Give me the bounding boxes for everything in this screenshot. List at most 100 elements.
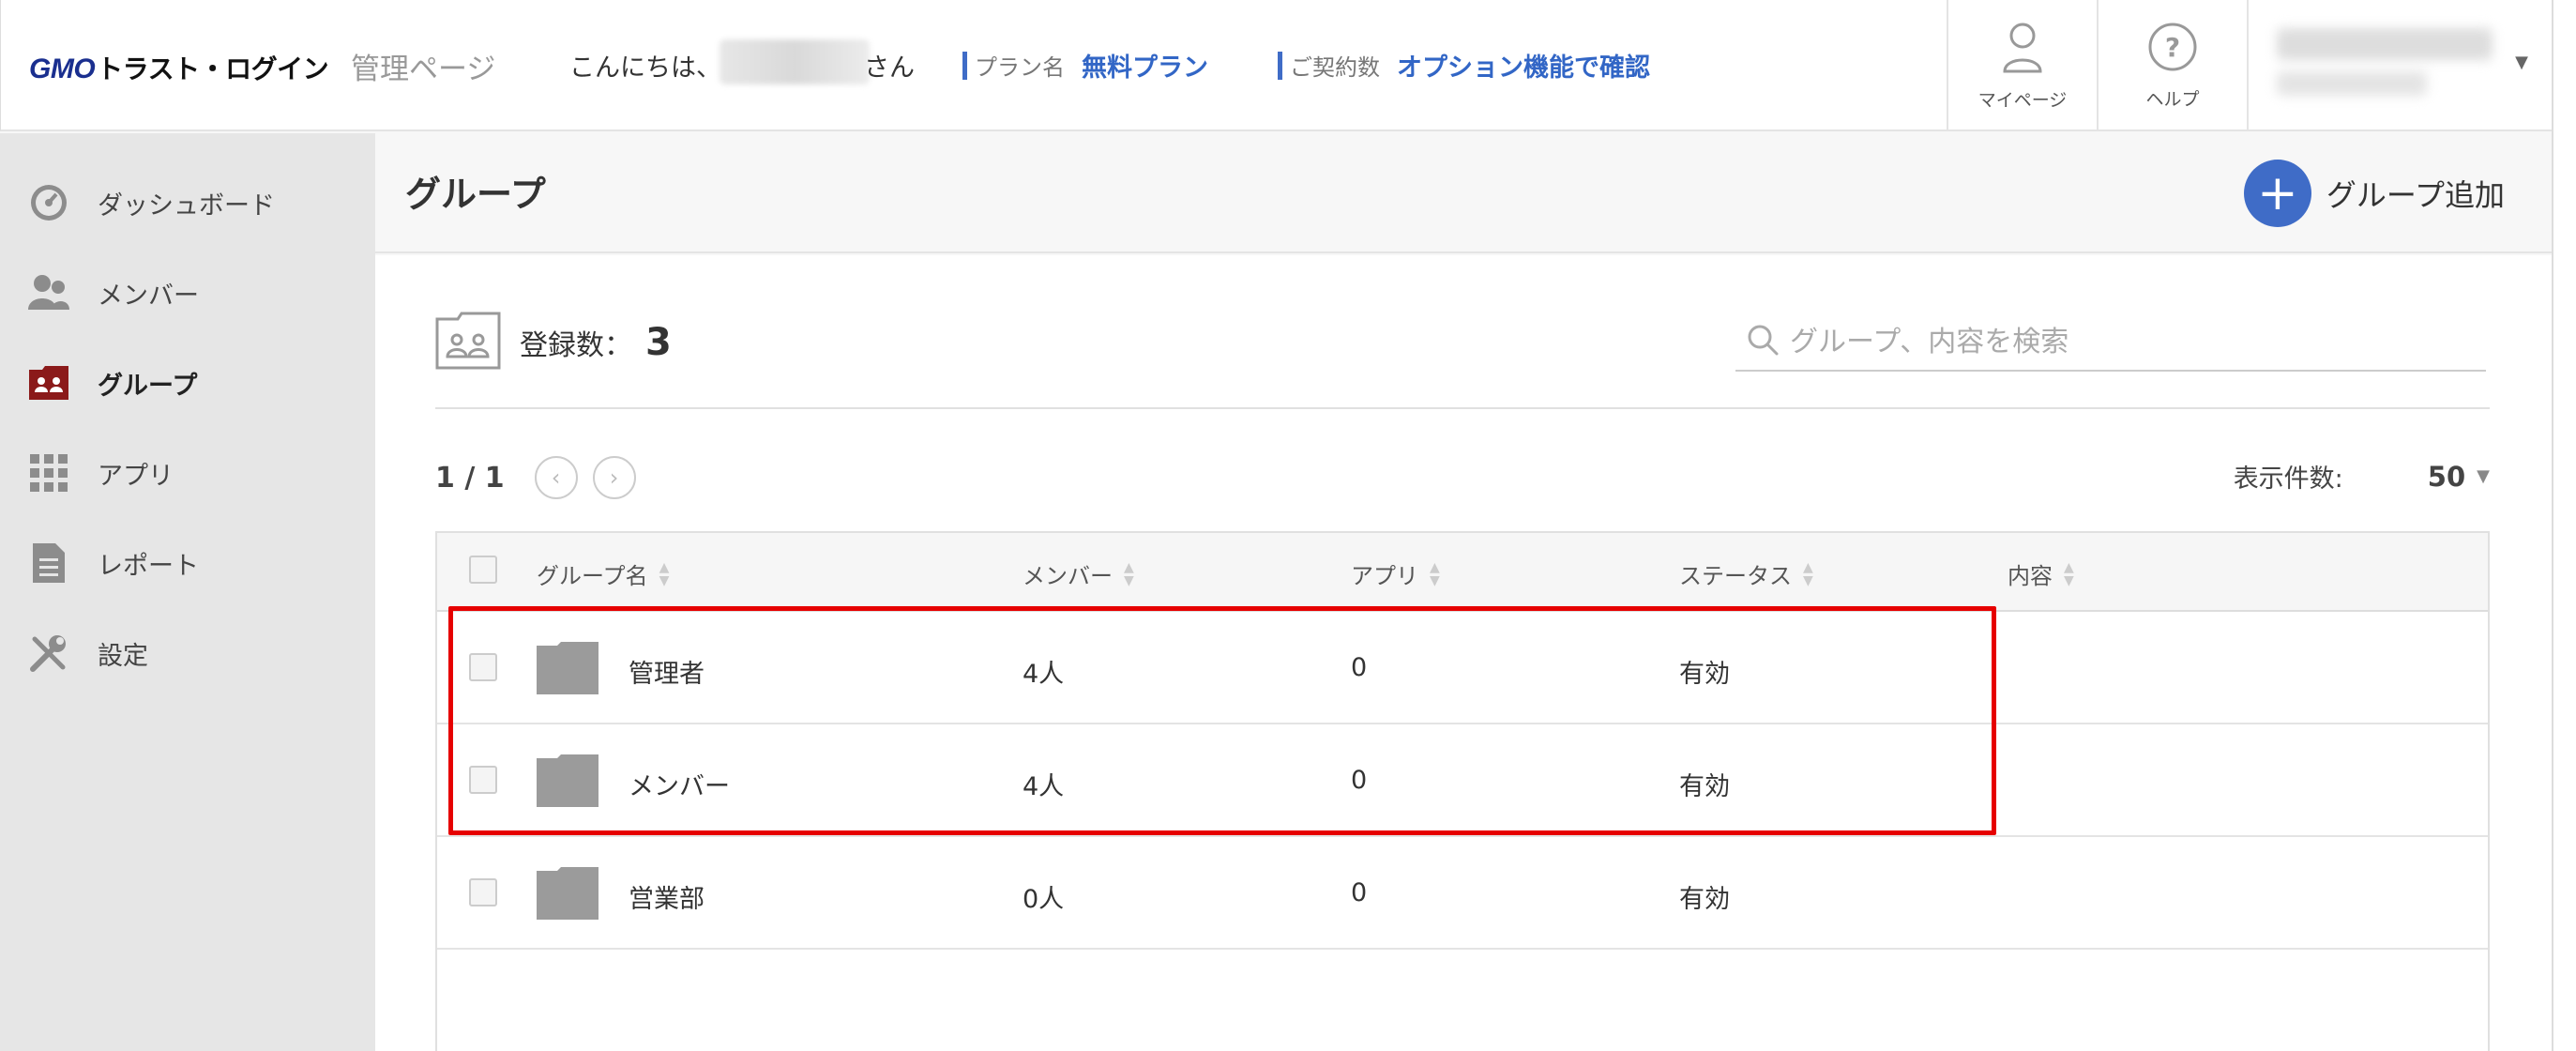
page-header: グループ + グループ追加 (375, 133, 2552, 253)
group-name[interactable]: 管理者 (629, 653, 705, 690)
table-row[interactable]: 営業部 0人 0 有効 (437, 837, 2488, 950)
folder-icon (537, 867, 599, 920)
contract-value-link[interactable]: オプション機能で確認 (1397, 47, 1650, 84)
members-icon (28, 272, 69, 313)
group-status: 有効 (1679, 660, 1730, 689)
table-header: グループ名 ▲ ▼ メンバー ▲ ▼ アプリ ▲ ▼ ステータス ▲ ▼ 内容 ▲ ▼ (437, 533, 2488, 612)
contract-key: ご契約数 (1290, 54, 1380, 81)
sort-icon: ▲ ▼ (2064, 559, 2074, 588)
sort-icon: ▲ ▼ (1124, 559, 1134, 588)
plan-key: プラン名 (975, 54, 1065, 81)
report-icon (28, 542, 69, 584)
sidebar-item-label: 設定 (98, 641, 148, 671)
help-label: ヘルプ (2145, 88, 2200, 110)
per-page-label: 表示件数: (2233, 465, 2343, 494)
sidebar-item-report[interactable]: レポート (0, 518, 375, 608)
top-header: GMOトラスト・ログイン 管理ページ こんにちは、 さん プラン名 無料プラン … (0, 0, 2552, 131)
chevron-left-icon: ‹ (551, 465, 561, 491)
logo[interactable]: GMOトラスト・ログイン (29, 49, 329, 86)
group-members: 0人 (1023, 885, 1065, 914)
plan-value-link[interactable]: 無料プラン (1082, 47, 1208, 84)
select-all-checkbox[interactable] (469, 556, 497, 584)
table-empty-area (437, 950, 2488, 1051)
folder-icon (537, 642, 599, 694)
sidebar-item-label: メンバー (98, 281, 199, 311)
user-name-blurred (720, 39, 870, 84)
next-page-button[interactable]: › (592, 456, 636, 499)
sidebar-item-label: グループ (98, 371, 198, 401)
add-group-label: グループ追加 (2326, 177, 2505, 213)
count-value: 3 (645, 321, 672, 364)
sidebar-item-label: アプリ (98, 461, 174, 491)
dashboard-icon (28, 182, 69, 223)
window-edge (2552, 0, 2576, 1051)
count-label: 登録数： (520, 329, 632, 362)
pagination: 1 / 1 ‹ › (435, 456, 651, 499)
group-members: 4人 (1023, 660, 1065, 689)
sidebar-item-group[interactable]: グループ (0, 338, 375, 428)
page-indicator: 1 / 1 (435, 461, 505, 495)
folder-icon (537, 754, 599, 807)
sidebar-item-members[interactable]: メンバー (0, 248, 375, 338)
column-header-members[interactable]: メンバー ▲ ▼ (1023, 557, 1134, 590)
group-members: 4人 (1023, 772, 1065, 801)
group-status: 有効 (1679, 885, 1730, 914)
caret-down-icon: ▼ (2477, 466, 2490, 486)
column-header-content[interactable]: 内容 ▲ ▼ (2008, 557, 2074, 590)
prev-page-button[interactable]: ‹ (534, 456, 578, 499)
row-checkbox[interactable] (469, 766, 497, 794)
sort-icon: ▲ ▼ (1803, 559, 1813, 588)
divider (435, 407, 2490, 409)
greeting-text: こんにちは、 (569, 53, 721, 83)
sidebar-item-label: ダッシュボード (98, 190, 275, 221)
per-page-selector[interactable]: 表示件数: 50 ▼ (2234, 458, 2490, 495)
registration-count: 登録数： 3 (435, 312, 672, 373)
page-title: グループ (405, 174, 546, 215)
caret-down-icon: ▼ (2515, 53, 2528, 72)
account-menu[interactable]: ▼ (2247, 0, 2553, 131)
main-content: 登録数： 3 1 / 1 ‹ › 表示件数: 50 ▼ グループ名▲▼ メンバー… (375, 255, 2552, 1051)
help-button[interactable]: ? ヘルプ (2097, 0, 2247, 131)
greeting-suffix: さん (864, 53, 915, 83)
sort-icon: ▲ ▼ (1430, 559, 1440, 588)
sidebar: ダッシュボード メンバー グループ アプリ レポート 設定 (0, 133, 375, 1051)
contract-info: ご契約数 オプション機能で確認 (1278, 47, 1650, 84)
chevron-right-icon: › (609, 465, 619, 491)
plus-icon: + (2243, 160, 2311, 227)
column-header-apps[interactable]: アプリ ▲ ▼ (1351, 557, 1440, 590)
search-input[interactable] (1790, 325, 2447, 358)
contract-divider (1278, 51, 1282, 80)
row-checkbox[interactable] (469, 653, 497, 681)
plan-info: プラン名 無料プラン (962, 47, 1208, 84)
sidebar-item-apps[interactable]: アプリ (0, 428, 375, 518)
group-name[interactable]: 営業部 (629, 878, 705, 915)
column-header-status[interactable]: ステータス ▲ ▼ (1679, 557, 1813, 590)
sidebar-item-settings[interactable]: 設定 (0, 608, 375, 698)
add-group-button[interactable]: + グループ追加 (2243, 160, 2505, 227)
row-checkbox[interactable] (469, 878, 497, 906)
account-sub-blurred (2277, 71, 2427, 96)
search-box[interactable] (1735, 313, 2486, 372)
user-icon (2002, 21, 2043, 77)
account-name-blurred (2277, 28, 2493, 60)
group-apps: 0 (1351, 766, 1368, 795)
sidebar-item-label: レポート (98, 551, 199, 581)
per-page-value: 50 (2427, 460, 2466, 493)
group-icon (28, 362, 69, 404)
sidebar-item-dashboard[interactable]: ダッシュボード (0, 158, 375, 248)
group-folder-icon (435, 312, 501, 373)
apps-grid-icon (28, 452, 69, 494)
help-icon: ? (2147, 22, 2198, 76)
table-row[interactable]: メンバー 4人 0 有効 (437, 724, 2488, 837)
column-header-name[interactable]: グループ名 ▲ ▼ (537, 557, 669, 590)
groups-table: グループ名 ▲ ▼ メンバー ▲ ▼ アプリ ▲ ▼ ステータス ▲ ▼ 内容 ▲ ▼ 管理者 4人… (435, 531, 2490, 1051)
svg-text:?: ? (2165, 32, 2180, 63)
group-apps: 0 (1351, 878, 1368, 907)
plan-divider (962, 51, 967, 80)
table-row[interactable]: 管理者 4人 0 有効 (437, 612, 2488, 724)
group-name[interactable]: メンバー (629, 766, 730, 802)
settings-tools-icon (28, 632, 69, 674)
mypage-label: マイページ (1977, 89, 2068, 111)
group-apps: 0 (1351, 653, 1368, 682)
mypage-button[interactable]: マイページ (1947, 0, 2097, 131)
